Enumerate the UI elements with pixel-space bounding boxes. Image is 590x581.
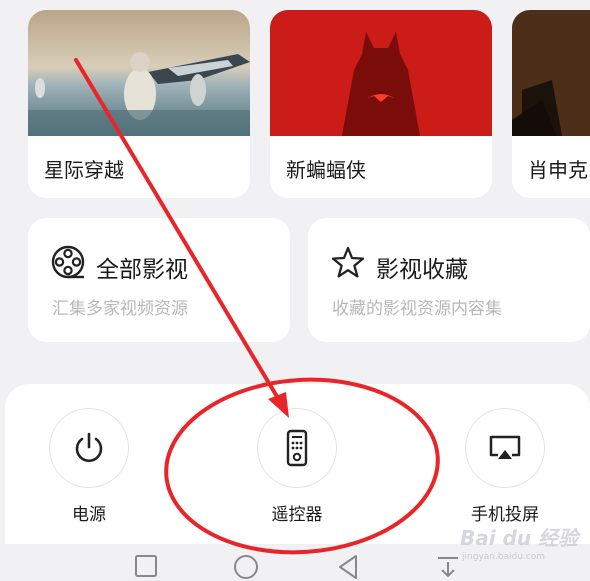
power-circle[interactable]	[49, 408, 129, 488]
all-media-card[interactable]: 全部影视 汇集多家视频资源	[28, 218, 290, 342]
all-media-title: 全部影视	[96, 257, 188, 283]
home-icon[interactable]	[233, 554, 259, 580]
screen-cast-icon	[489, 435, 521, 459]
power-button[interactable]: 电源	[49, 408, 129, 525]
control-panel: 电源 遥控器 手机投屏	[5, 384, 590, 544]
movie-card-interstellar[interactable]: 星际穿越	[28, 10, 250, 198]
watermark-logo: Bai du 经验	[460, 526, 579, 550]
poster-image	[28, 10, 250, 136]
watermark-url: jingyan.baidu.com	[462, 552, 546, 562]
movie-title: 肖申克	[528, 158, 588, 182]
power-label: 电源	[72, 505, 106, 525]
power-icon	[75, 432, 103, 462]
remote-control-icon	[286, 429, 308, 467]
film-reel-icon	[51, 245, 85, 279]
movie-card-shawshank[interactable]: 肖申克	[512, 10, 590, 198]
back-icon[interactable]	[336, 554, 360, 580]
favorites-card[interactable]: 影视收藏 收藏的影视资源内容集	[308, 218, 590, 342]
poster-image	[512, 10, 590, 136]
star-icon	[331, 246, 365, 278]
remote-control-label: 遥控器	[271, 505, 323, 525]
remote-circle[interactable]	[257, 408, 337, 488]
all-media-subtitle: 汇集多家视频资源	[52, 299, 188, 319]
remote-control-button[interactable]: 遥控器	[257, 408, 337, 525]
favorites-subtitle: 收藏的影视资源内容集	[332, 299, 502, 319]
movie-title: 星际穿越	[44, 158, 124, 182]
recent-apps-icon[interactable]	[134, 554, 158, 578]
notification-pulldown-icon[interactable]	[436, 554, 460, 580]
movie-title: 新蝙蝠侠	[286, 158, 366, 182]
poster-image	[270, 10, 492, 136]
favorites-title: 影视收藏	[376, 257, 468, 283]
screen-cast-circle[interactable]	[465, 408, 545, 488]
movie-card-batman[interactable]: 新蝙蝠侠	[270, 10, 492, 198]
screen-cast-button[interactable]: 手机投屏	[465, 408, 545, 525]
